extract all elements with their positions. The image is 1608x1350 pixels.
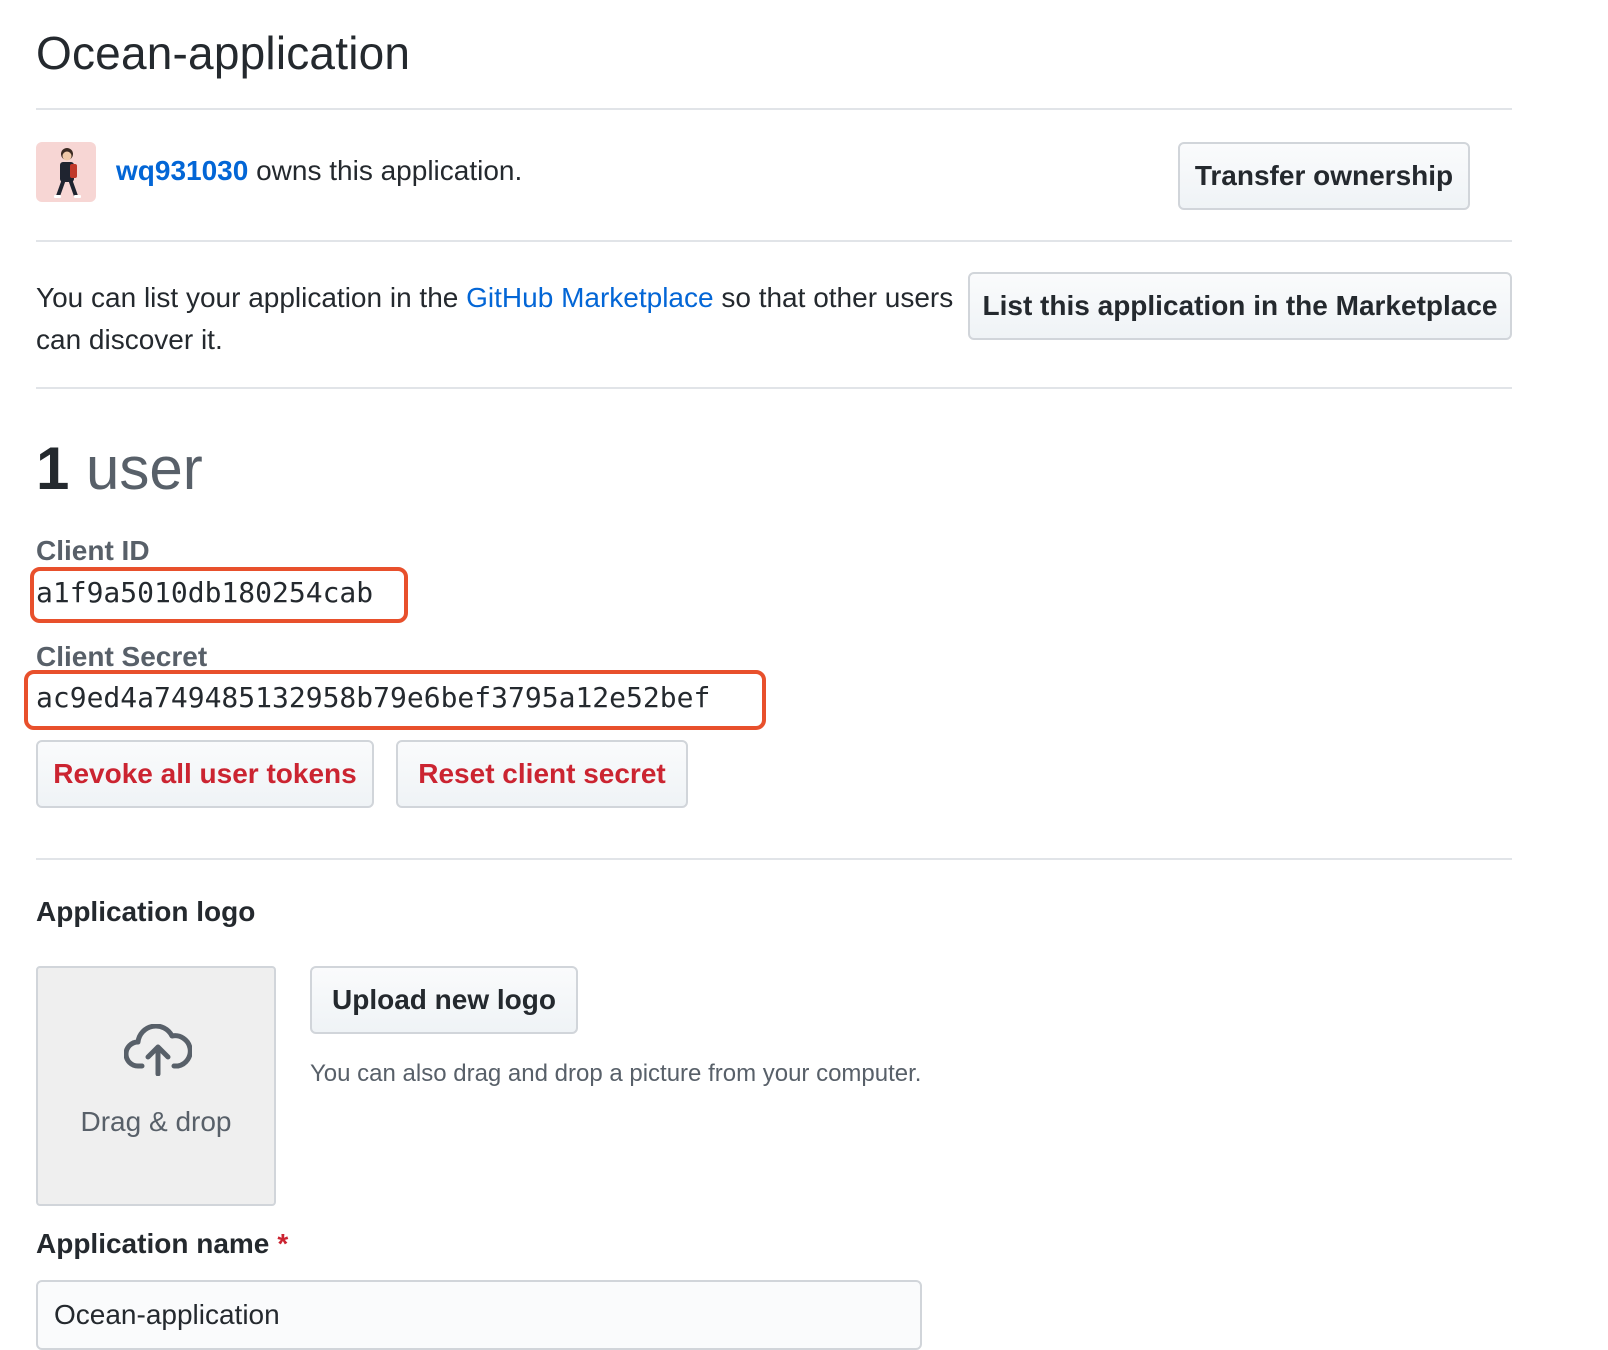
application-name-label: Application name * <box>36 1228 288 1260</box>
divider <box>36 387 1512 389</box>
client-id-label: Client ID <box>36 535 150 566</box>
list-in-marketplace-button[interactable]: List this application in the Marketplace <box>968 272 1512 340</box>
reset-secret-button[interactable]: Reset client secret <box>396 740 688 808</box>
user-count: 1 user <box>36 434 203 503</box>
divider <box>36 858 1512 860</box>
upload-logo-button[interactable]: Upload new logo <box>310 966 578 1034</box>
divider <box>36 240 1512 242</box>
cloud-upload-icon <box>124 1024 192 1076</box>
client-secret-highlight <box>24 670 766 730</box>
user-count-number: 1 <box>36 435 70 502</box>
owner-suffix-text: owns this application. <box>248 155 523 186</box>
required-marker: * <box>277 1228 289 1259</box>
application-logo-title: Application logo <box>36 896 256 927</box>
transfer-ownership-button[interactable]: Transfer ownership <box>1178 142 1470 210</box>
logo-dropzone[interactable]: Drag & drop <box>36 966 276 1206</box>
upload-hint: You can also drag and drop a picture fro… <box>310 1060 922 1087</box>
user-count-label: user <box>86 435 203 502</box>
owner-username-link[interactable]: wq931030 <box>116 155 248 186</box>
page-title: Ocean-application <box>36 27 411 79</box>
client-secret-label: Client Secret <box>36 641 208 672</box>
revoke-tokens-button[interactable]: Revoke all user tokens <box>36 740 374 808</box>
owner-line: wq931030 owns this application. <box>116 155 522 187</box>
application-name-label-text: Application name <box>36 1228 270 1259</box>
github-marketplace-link[interactable]: GitHub Marketplace <box>466 282 713 313</box>
dropzone-label: Drag & drop <box>80 1106 232 1137</box>
application-name-input[interactable] <box>36 1280 922 1350</box>
divider <box>36 108 1512 110</box>
marketplace-description: You can list your application in the Git… <box>36 277 966 361</box>
user-avatar-icon[interactable] <box>36 142 96 202</box>
client-id-highlight <box>30 567 408 623</box>
marketplace-text-before: You can list your application in the <box>36 282 467 313</box>
